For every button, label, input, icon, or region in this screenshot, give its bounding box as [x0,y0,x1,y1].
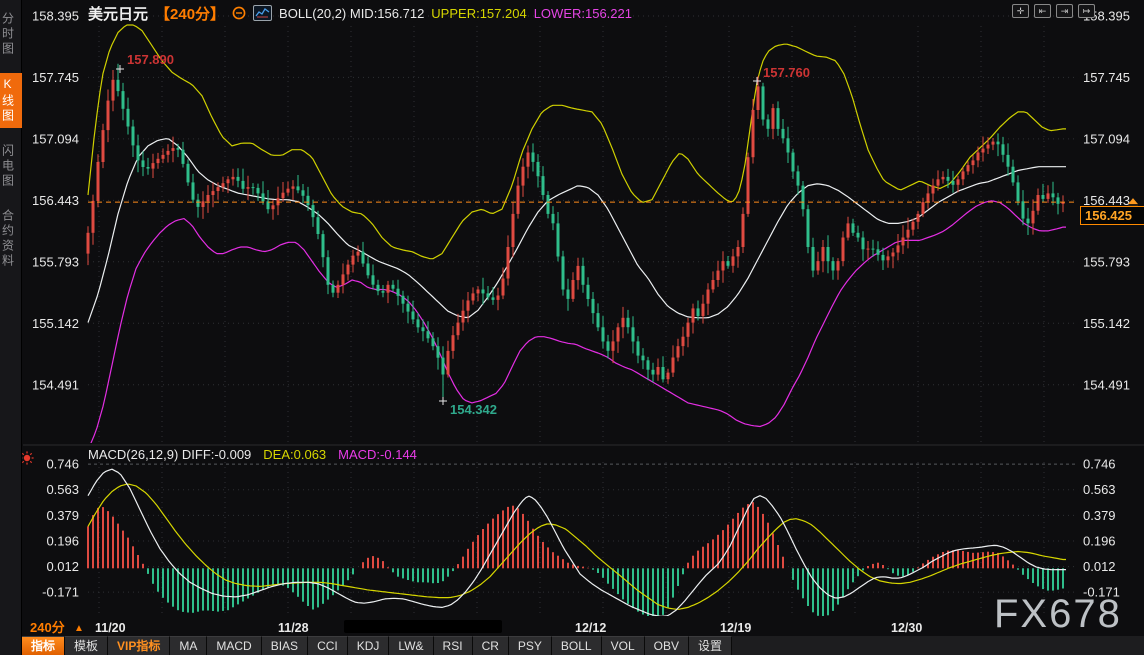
boll-lower-label: LOWER:156.221 [534,6,632,21]
toolbar-item-PSY[interactable]: PSY [509,636,552,655]
macd-header: MACD(26,12,9) DIFF:-0.009 DEA:0.063 MACD… [88,447,417,462]
macd-axis-label-right: 0.563 [1083,482,1116,497]
pan-right-icon[interactable]: ↦ [1078,4,1095,18]
y-axis-label-left: 155.793 [32,254,79,269]
timeframe-badge-arrow-icon[interactable]: ▲ [74,623,84,634]
y-axis-label-left: 157.745 [32,70,79,85]
macd-axis-label-left: 0.746 [46,457,79,472]
toolbar-item-BIAS[interactable]: BIAS [262,636,308,655]
axis-expand-right-icon[interactable]: ⇥ [1056,4,1073,18]
y-axis-label-right: 157.745 [1083,70,1130,85]
macd-axis-label-left: 0.196 [46,533,79,548]
toolbar-item-RSI[interactable]: RSI [434,636,473,655]
macd-alert-icon [20,451,33,464]
macd-axis-label-left: 0.012 [46,559,79,574]
macd-dea-line [88,484,1066,609]
toolbar-item-CR[interactable]: CR [473,636,509,655]
macd-value-label: MACD:-0.144 [338,447,417,462]
y-axis-label-right: 154.491 [1083,377,1130,392]
toolbar-item-OBV[interactable]: OBV [645,636,689,655]
boll-upper-label: UPPER:157.204 [431,6,526,21]
sidebar-item-1[interactable]: 分时图 [0,8,22,61]
toolbar-item-BOLL[interactable]: BOLL [552,636,602,655]
move-cross-icon[interactable]: ✛ [1012,4,1029,18]
boll-mid-line [88,139,1066,323]
macd-axis-label-right: 0.746 [1083,457,1116,472]
timeframe-label[interactable]: 【240分】 [155,3,225,24]
boll-upper-line [88,25,1066,259]
last-price-tag: 156.425 [1080,206,1144,225]
chart-type-icon[interactable] [253,5,272,21]
title-bar: 美元日元 【240分】 BOLL(20,2) MID:156.712 UPPER… [88,3,632,23]
chart-tool-icons: ✛ ⇤ ⇥ ↦ [1012,4,1095,18]
watermark: FX678 [994,592,1122,637]
macd-axis-label-right: 0.196 [1083,533,1116,548]
macd-axis-label-left: 0.379 [46,508,79,523]
y-axis-label-right: 155.793 [1083,254,1130,269]
toolbar-item-KDJ[interactable]: KDJ [348,636,390,655]
chart-canvas[interactable]: 158.395158.395157.745157.745157.094157.0… [0,0,1144,655]
y-axis-label-left: 155.142 [32,316,79,331]
toolbar-item-模板[interactable]: 模板 [65,636,108,655]
toolbar-item-VIP指标[interactable]: VIP指标 [108,636,170,655]
y-axis-label-left: 158.395 [32,9,79,24]
sidebar-item-2[interactable]: K线图 [0,73,22,128]
macd-diff-line [88,469,1066,616]
macd-params-label: MACD(26,12,9) DIFF:-0.009 [88,447,251,462]
sidebar: 分时图 K线图闪电图合约资料 [0,0,22,655]
boll-lower-line [88,201,1066,450]
sidebar-item-4[interactable]: 合约资料 [0,205,22,273]
x-axis-date-label: 12/30 [891,621,922,635]
price-annotation: 157.890 [127,52,174,67]
x-axis-date-label: 11/28 [278,621,309,635]
x-axis-date-label: 11/20 [95,621,126,635]
macd-axis-label-right: 0.012 [1083,559,1116,574]
toolbar-item-LW&[interactable]: LW& [389,636,433,655]
scrollbar-thumb[interactable] [344,620,502,633]
toolbar-item-指标[interactable]: 指标 [22,636,65,655]
toolbar-item-VOL[interactable]: VOL [602,636,645,655]
symbol-title: 美元日元 [88,3,148,24]
macd-axis-label-left: -0.171 [42,585,79,600]
x-axis-date-label: 12/19 [720,621,751,635]
macd-axis-label-left: 0.563 [46,482,79,497]
macd-layer [88,502,1063,618]
toolbar-item-设置[interactable]: 设置 [689,636,732,655]
y-axis-label-left: 156.443 [32,193,79,208]
menu-circle-icon[interactable] [232,6,246,20]
x-axis-date-label: 12/12 [575,621,606,635]
y-axis-label-left: 157.094 [32,131,79,146]
y-axis-label-right: 155.142 [1083,316,1130,331]
boll-indicator-label: BOLL(20,2) MID:156.712 [279,6,424,21]
toolbar-item-MACD[interactable]: MACD [207,636,261,655]
trading-terminal: 158.395158.395157.745157.745157.094157.0… [0,0,1144,655]
macd-dea-label: DEA:0.063 [263,447,326,462]
y-axis-label-left: 154.491 [32,377,79,392]
sidebar-item-3[interactable]: 闪电图 [0,140,22,193]
macd-axis-label-right: 0.379 [1083,508,1116,523]
y-axis-label-right: 157.094 [1083,131,1130,146]
axis-expand-left-icon[interactable]: ⇤ [1034,4,1051,18]
price-annotation: 157.760 [763,65,810,80]
timeframe-badge[interactable]: 240分 [30,620,65,635]
toolbar-item-MA[interactable]: MA [170,636,207,655]
price-annotation: 154.342 [450,402,497,417]
toolbar-item-CCI[interactable]: CCI [308,636,348,655]
bottom-toolbar: 指标模板VIP指标MAMACDBIASCCIKDJLW&RSICRPSYBOLL… [22,636,1144,655]
